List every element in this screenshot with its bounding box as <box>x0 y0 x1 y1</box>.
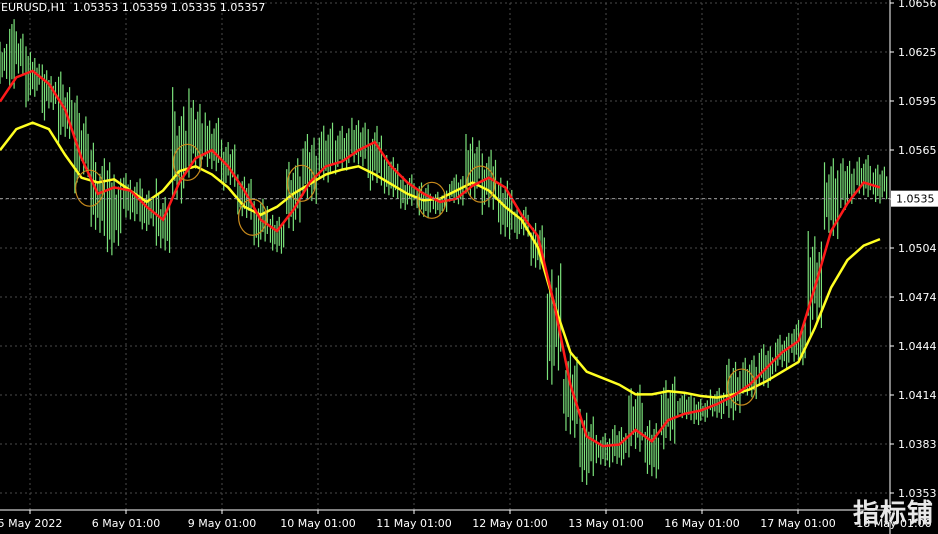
candle-series <box>0 19 888 485</box>
y-tick-label: 1.0504 <box>898 242 937 255</box>
x-tick-label: 10 May 01:00 <box>280 517 355 530</box>
x-tick-label: 11 May 01:00 <box>376 517 451 530</box>
x-tick-label: 6 May 01:00 <box>92 517 160 530</box>
x-tick-label: 9 May 01:00 <box>188 517 256 530</box>
y-tick-label: 1.0565 <box>898 144 937 157</box>
x-tick-label: 17 May 01:00 <box>760 517 835 530</box>
y-tick-label: 1.0414 <box>898 389 937 402</box>
symbol-label: EURUSD,H1 <box>1 1 66 14</box>
time-axis: 5 May 2022 6 May 01:00 9 May 01:00 10 May 0… <box>0 510 932 530</box>
y-tick-label: 1.0444 <box>898 340 937 353</box>
ohlc-values: 1.05353 1.05359 1.05335 1.05357 <box>72 1 266 14</box>
x-tick-label: 5 May 2022 <box>0 517 62 530</box>
price-axis: 1.0656 1.0625 1.0595 1.0565 1.0535 1.0504 1.04… <box>0 0 938 534</box>
y-tick-label: 1.0383 <box>898 438 937 451</box>
y-tick-label: 1.0595 <box>898 95 937 108</box>
x-tick-label: 12 May 01:00 <box>472 517 547 530</box>
price-chart[interactable]: 1.0656 1.0625 1.0595 1.0565 1.0535 1.0504 1.04… <box>0 0 938 534</box>
chart-grid <box>0 2 890 510</box>
x-tick-label: 13 May 01:00 <box>568 517 643 530</box>
x-tick-label: 16 May 01:00 <box>664 517 739 530</box>
current-price-label: 1.0535 <box>896 193 935 206</box>
y-tick-label: 1.0656 <box>898 0 937 10</box>
symbol-header: EURUSD,H1 1.05353 1.05359 1.05335 1.0535… <box>1 1 265 14</box>
y-tick-label: 1.0474 <box>898 291 937 304</box>
slow-moving-average-line <box>0 121 881 399</box>
y-tick-label: 1.0625 <box>898 46 937 59</box>
watermark-logo: 指标铺 <box>852 499 934 529</box>
